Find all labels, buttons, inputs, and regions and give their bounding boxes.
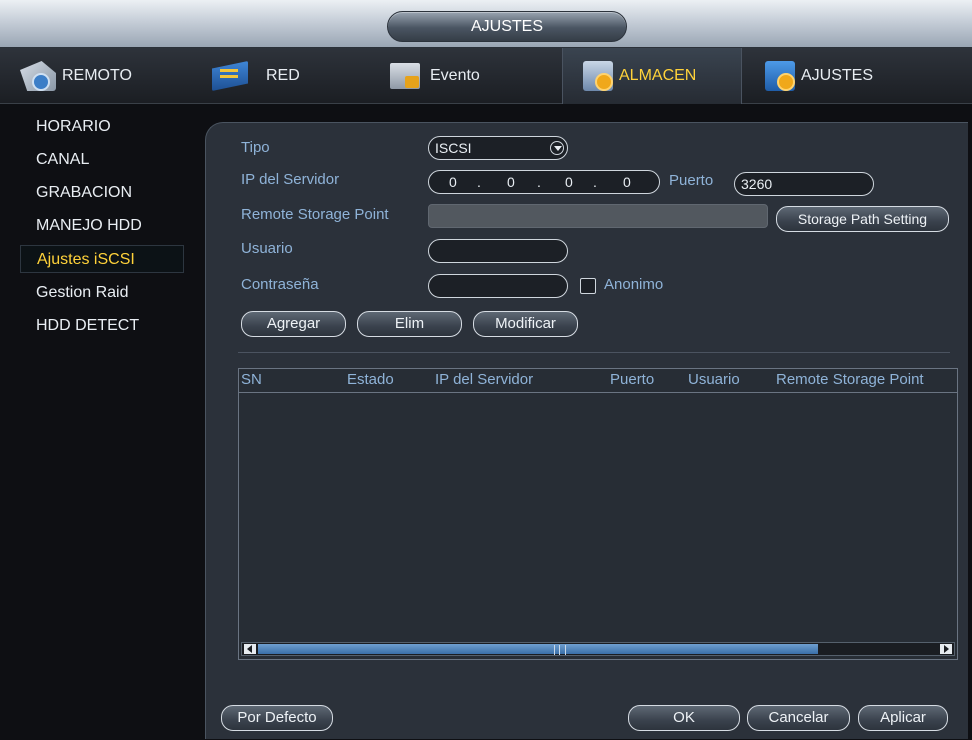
puerto-label: Puerto (669, 172, 714, 189)
scroll-left-icon[interactable] (244, 644, 256, 654)
tab-label: RED (266, 67, 300, 84)
ip-octet-4: 0 (623, 174, 631, 190)
tab-label: AJUSTES (801, 67, 874, 84)
cancelar-button[interactable]: Cancelar (747, 705, 850, 731)
agregar-button[interactable]: Agregar (241, 311, 346, 337)
tab-label: REMOTO (62, 67, 132, 84)
network-icon (212, 61, 248, 91)
modificar-button[interactable]: Modificar (473, 311, 578, 337)
ip-separator: . (593, 174, 597, 190)
column-header-remote-storage-point: Remote Storage Point (776, 371, 924, 388)
sidebar-item-manejo-hdd[interactable]: MANEJO HDD (20, 212, 184, 240)
sidebar-item-gestion-raid[interactable]: Gestion Raid (20, 279, 184, 307)
tab-ajustes[interactable]: AJUSTES (765, 48, 930, 104)
usuario-input[interactable] (428, 239, 568, 263)
iscsi-table[interactable]: SN Estado IP del Servidor Puerto Usuario… (238, 368, 958, 660)
contrasena-label: Contraseña (241, 276, 319, 293)
title-bar: AJUSTES (0, 0, 972, 48)
sidebar-item-horario[interactable]: HORARIO (20, 113, 184, 141)
ip-label: IP del Servidor (241, 171, 340, 188)
contrasena-input[interactable] (428, 274, 568, 298)
remote-camera-icon (20, 61, 56, 91)
tab-bar: REMOTO RED Evento ALMACEN AJUSTES (0, 48, 972, 104)
anonimo-label: Anonimo (604, 276, 664, 293)
scroll-right-icon[interactable] (940, 644, 952, 654)
column-header-estado: Estado (347, 371, 394, 388)
puerto-input[interactable]: 3260 (734, 172, 874, 196)
scrollbar-thumb[interactable] (258, 644, 818, 655)
divider (238, 352, 950, 353)
window-title: AJUSTES (387, 11, 627, 42)
sidebar-item-grabacion[interactable]: GRABACION (20, 179, 184, 207)
ip-field[interactable]: 0 . 0 . 0 . 0 (428, 170, 660, 194)
grip-icon (554, 645, 566, 655)
ip-separator: . (537, 174, 541, 190)
aplicar-button[interactable]: Aplicar (858, 705, 948, 731)
column-header-usuario: Usuario (688, 371, 740, 388)
storage-path-setting-button[interactable]: Storage Path Setting (776, 206, 949, 232)
event-icon (390, 63, 420, 89)
storage-icon (583, 61, 613, 91)
table-header: SN Estado IP del Servidor Puerto Usuario… (239, 369, 957, 393)
ok-button[interactable]: OK (628, 705, 740, 731)
elim-button[interactable]: Elim (357, 311, 462, 337)
tipo-label: Tipo (241, 139, 270, 156)
ip-octet-2: 0 (507, 174, 515, 190)
usuario-label: Usuario (241, 240, 293, 257)
horizontal-scrollbar[interactable] (241, 642, 955, 656)
ip-separator: . (477, 174, 481, 190)
ip-octet-1: 0 (449, 174, 457, 190)
tab-evento[interactable]: Evento (390, 48, 555, 104)
settings-icon (765, 61, 795, 91)
tipo-value: ISCSI (435, 140, 472, 156)
sidebar-item-ajustes-iscsi[interactable]: Ajustes iSCSI (20, 245, 184, 273)
column-header-sn: SN (241, 371, 262, 388)
sidebar-item-hdd-detect[interactable]: HDD DETECT (20, 312, 184, 340)
por-defecto-button[interactable]: Por Defecto (221, 705, 333, 731)
tipo-dropdown[interactable]: ISCSI (428, 136, 568, 160)
tab-remoto[interactable]: REMOTO (20, 48, 185, 104)
tab-almacen[interactable]: ALMACEN (562, 48, 742, 104)
column-header-puerto: Puerto (610, 371, 655, 388)
tab-label: ALMACEN (619, 67, 697, 84)
remote-storage-label: Remote Storage Point (241, 206, 389, 223)
sidebar: HORARIO CANAL GRABACION MANEJO HDD Ajust… (0, 105, 205, 740)
ip-octet-3: 0 (565, 174, 573, 190)
chevron-down-icon (550, 141, 564, 155)
sidebar-item-canal[interactable]: CANAL (20, 146, 184, 174)
anonimo-checkbox[interactable] (580, 278, 596, 294)
tab-label: Evento (430, 67, 480, 84)
remote-storage-field (428, 204, 768, 228)
column-header-ip: IP del Servidor (435, 371, 534, 388)
tab-red[interactable]: RED (212, 48, 377, 104)
